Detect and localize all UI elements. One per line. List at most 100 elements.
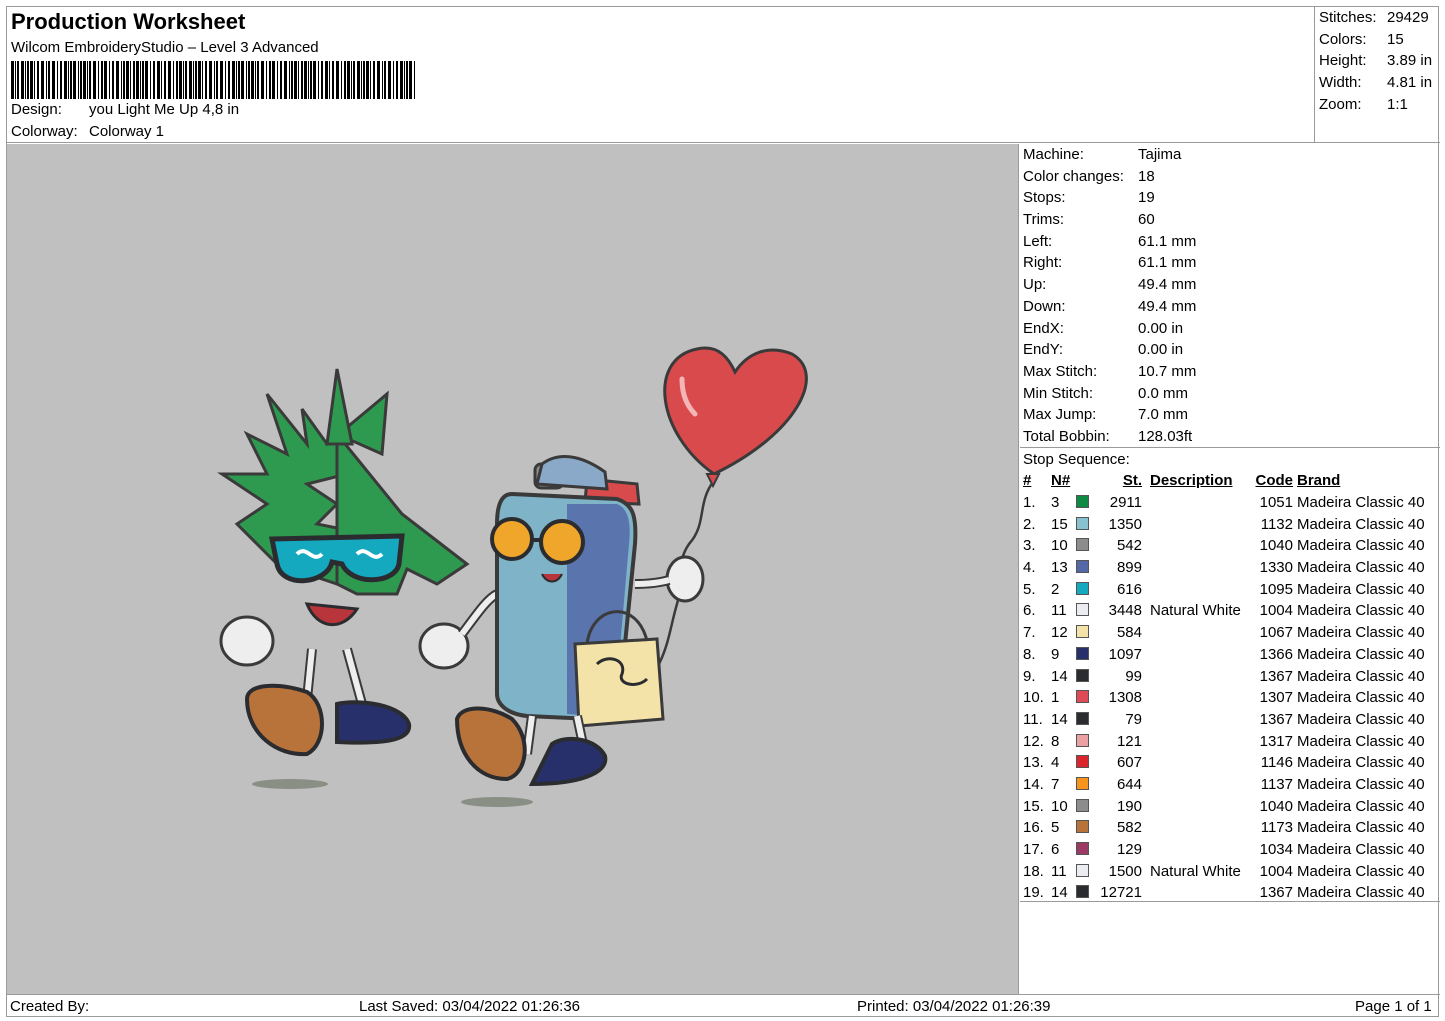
- barcode-bar: [269, 61, 271, 99]
- row-index: 16.: [1023, 819, 1044, 837]
- row-stitches: 584: [1116, 624, 1142, 642]
- barcode-bar: [228, 61, 230, 99]
- barcode-bar: [189, 61, 192, 99]
- colorway-value: Colorway 1: [89, 123, 165, 140]
- machine-row: Left: 61.1 mm: [1023, 232, 1197, 250]
- color-swatch: [1076, 668, 1089, 682]
- row-brand: Madeira Classic 40: [1297, 862, 1425, 880]
- row-brand: Madeira Classic 40: [1297, 667, 1425, 685]
- color-swatch: [1076, 820, 1089, 834]
- design-preview: [7, 144, 1019, 994]
- row-needle: 8: [1051, 732, 1060, 750]
- worksheet-footer: Created By: Last Saved: 03/04/2022 01:26…: [7, 994, 1440, 1017]
- color-swatch: [1076, 863, 1089, 877]
- row-description: [1142, 774, 1247, 796]
- stat-row: Width: 4.81 in: [1319, 74, 1433, 92]
- printed-date: Printed: 03/04/2022 01:26:39: [857, 998, 1051, 1015]
- row-description: [1142, 644, 1247, 666]
- barcode-bar: [344, 61, 346, 99]
- row-stitches: 1350: [1108, 515, 1142, 533]
- table-row: 15. 10 190 1040 Madeira Classic 40: [1020, 795, 1425, 817]
- row-swatch: [1076, 622, 1100, 644]
- barcode-bar: [393, 61, 394, 99]
- row-index: 2.: [1023, 515, 1036, 533]
- embroidery-artwork: [217, 346, 808, 807]
- machine-row: Color changes: 18: [1023, 167, 1155, 185]
- row-description: [1142, 513, 1247, 535]
- machine-row: Stops: 19: [1023, 189, 1155, 207]
- row-code: 1040: [1259, 797, 1293, 815]
- row-stitches: 99: [1125, 667, 1142, 685]
- color-swatch: [1076, 560, 1089, 574]
- row-stitches: 607: [1116, 754, 1142, 772]
- row-code: 1132: [1260, 515, 1293, 533]
- barcode-bar: [366, 61, 369, 99]
- row-needle: 6: [1051, 841, 1060, 859]
- table-row: 8. 9 1097 1366 Madeira Classic 40: [1020, 644, 1425, 666]
- page-title: Production Worksheet: [11, 9, 246, 34]
- barcode-bar: [351, 61, 352, 99]
- row-code: 1004: [1259, 602, 1293, 620]
- barcode-bar: [404, 61, 405, 99]
- table-row: 1. 3 2911 1051 Madeira Classic 40: [1020, 492, 1425, 514]
- leaf-character: [217, 368, 470, 757]
- row-description: [1142, 817, 1247, 839]
- barcode-bar: [89, 61, 91, 99]
- color-swatch: [1076, 495, 1089, 509]
- barcode-bar: [48, 61, 50, 99]
- col-index: #: [1023, 472, 1032, 490]
- col-code: Code: [1255, 472, 1294, 490]
- barcode-bar: [341, 61, 342, 99]
- row-swatch: [1076, 687, 1100, 709]
- color-swatch: [1076, 798, 1089, 812]
- barcode-bar: [308, 61, 309, 99]
- barcode-bar: [347, 61, 350, 99]
- row-description: [1142, 535, 1247, 557]
- row-brand: Madeira Classic 40: [1297, 819, 1425, 837]
- row-needle: 5: [1051, 819, 1060, 837]
- barcode-bar: [142, 61, 144, 99]
- color-swatch: [1076, 646, 1089, 660]
- table-row: 9. 14 99 1367 Madeira Classic 40: [1020, 665, 1425, 687]
- last-saved: Last Saved: 03/04/2022 01:26:36: [359, 998, 581, 1015]
- barcode-bar: [116, 61, 119, 99]
- barcode-bar: [261, 61, 264, 99]
- row-brand: Madeira Classic 40: [1297, 515, 1425, 533]
- row-code: 1367: [1259, 667, 1293, 685]
- row-code: 1095: [1259, 580, 1293, 598]
- row-needle: 13: [1051, 559, 1068, 577]
- production-worksheet: Production Worksheet Wilcom EmbroiderySt…: [6, 6, 1440, 1017]
- row-description: [1142, 492, 1247, 514]
- table-row: 3. 10 542 1040 Madeira Classic 40: [1020, 535, 1425, 557]
- machine-row: Min Stitch: 0.0 mm: [1023, 384, 1189, 402]
- row-index: 19.: [1023, 884, 1044, 902]
- row-needle: 14: [1051, 667, 1068, 685]
- row-index: 12.: [1023, 732, 1044, 750]
- row-swatch: [1076, 492, 1100, 514]
- row-needle: 11: [1051, 862, 1067, 880]
- color-swatch: [1076, 842, 1089, 856]
- barcode-bar: [336, 61, 339, 99]
- row-stitches: 899: [1116, 559, 1142, 577]
- barcode-bar: [325, 61, 328, 99]
- barcode-bar: [329, 61, 330, 99]
- row-index: 8.: [1023, 645, 1036, 663]
- stop-sequence: Stop Sequence: # N# St. Description Code…: [1020, 449, 1440, 902]
- barcode-bar: [246, 61, 247, 99]
- barcode-bar: [313, 61, 316, 99]
- machine-row: Max Stitch: 10.7 mm: [1023, 362, 1197, 380]
- barcode-bar: [272, 61, 275, 99]
- row-brand: Madeira Classic 40: [1297, 645, 1425, 663]
- barcode-bar: [301, 61, 303, 99]
- barcode-bar: [388, 61, 391, 99]
- row-swatch: [1076, 730, 1100, 752]
- row-index: 11.: [1023, 710, 1043, 728]
- table-row: 6. 11 3448 Natural White 1004 Madeira Classic…: [1020, 600, 1425, 622]
- row-needle: 3: [1051, 494, 1060, 512]
- table-row: 12. 8 121 1317 Madeira Classic 40: [1020, 730, 1425, 752]
- col-swatch: [1076, 470, 1100, 492]
- barcode-bar: [70, 61, 72, 99]
- barcode-bar: [357, 61, 360, 99]
- row-stitches: 12721: [1100, 884, 1142, 902]
- barcode-bar: [52, 61, 55, 99]
